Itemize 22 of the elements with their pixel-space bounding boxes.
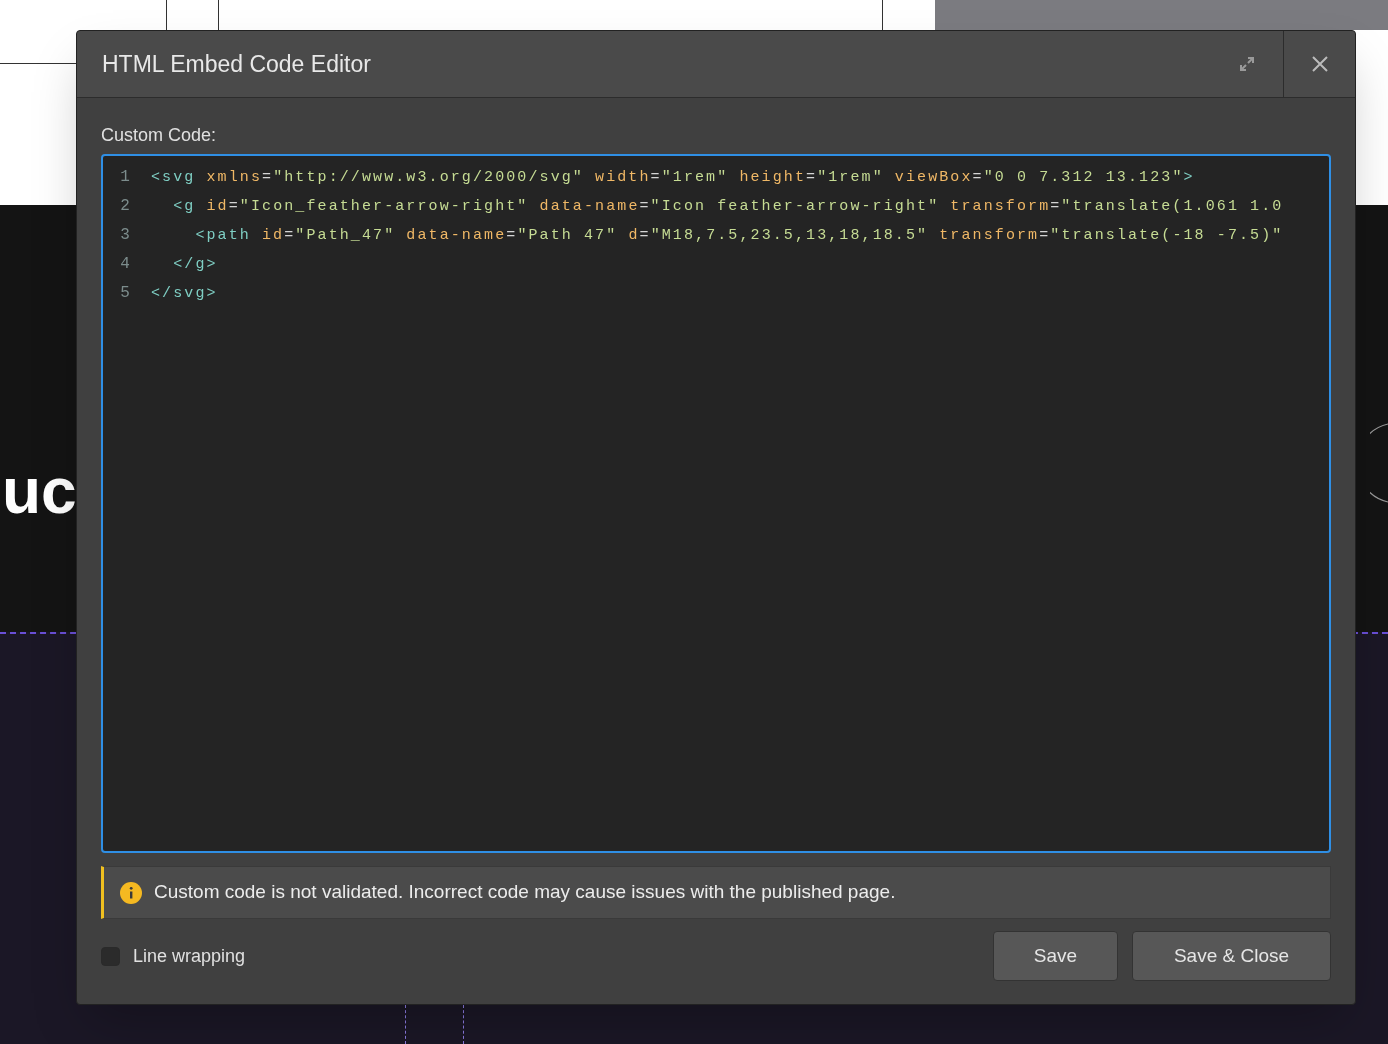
line-number: 1 xyxy=(120,167,130,188)
field-label: Custom Code: xyxy=(101,124,218,146)
line-number: 2 xyxy=(120,196,130,217)
code-line: </g> xyxy=(172,255,219,275)
heading-text: uc xyxy=(2,455,77,527)
info-icon xyxy=(120,881,142,904)
line-number: 3 xyxy=(120,225,130,246)
line-number: 4 xyxy=(120,254,130,275)
warning-text: Custom code is not validated. Incorrect code may cause issues with the published page. xyxy=(154,880,896,905)
save-button[interactable]: Save xyxy=(993,931,1118,981)
dialog-title: HTML Embed Code Editor xyxy=(101,49,372,79)
line-wrapping-label: Line wrapping xyxy=(133,944,246,968)
save-and-close-button[interactable]: Save & Close xyxy=(1132,931,1331,981)
code-line: </svg> xyxy=(151,284,219,304)
close-icon xyxy=(1310,55,1329,73)
expand-icon xyxy=(1239,56,1255,72)
circle-outline-icon xyxy=(1370,423,1388,503)
code-line: <path id="Path_47" data-name="Path 47" d="M18,7.5,23.5,13,18,18.5" transform="translate(-18 -7.5)" xyxy=(194,226,1284,246)
line-number: 5 xyxy=(120,283,130,304)
code-line: <g id="Icon_feather-arrow-right" data-name="Icon feather-arrow-right" transform="translate(1.061 1.0 xyxy=(172,197,1284,217)
code-editor[interactable] xyxy=(101,154,1331,853)
code-line: <svg xmlns="http://www.w3.org/2000/svg" width="1rem" height="1rem" viewBox="0 0 7.312 13.123"> xyxy=(151,168,1196,188)
